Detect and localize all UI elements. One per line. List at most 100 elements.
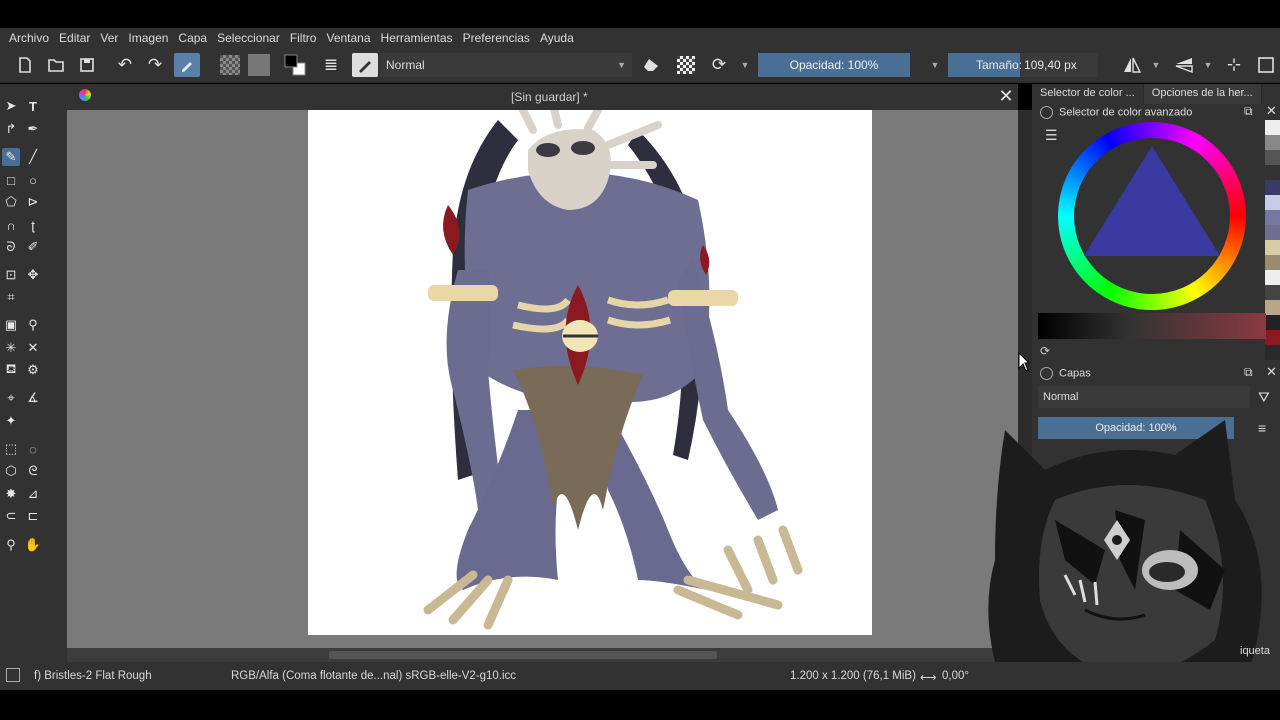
brush-preset-icon[interactable] (352, 53, 378, 77)
alpha-lock-icon[interactable] (674, 53, 698, 77)
transform-tool-icon[interactable]: ⊡ (2, 266, 20, 284)
scrollbar-thumb[interactable] (329, 651, 717, 659)
close-icon[interactable]: ✕ (996, 86, 1016, 107)
colorize-mask-icon[interactable]: ✕ (24, 339, 42, 357)
calligraphy-icon[interactable]: ✒ (24, 120, 42, 138)
menu-herramientas[interactable]: Herramientas (376, 31, 458, 45)
swatch[interactable] (1265, 150, 1280, 165)
enclose-fill-icon[interactable]: ⚙ (24, 361, 42, 379)
eraser-icon[interactable] (640, 53, 662, 77)
chevron-down-icon[interactable]: ▼ (1150, 53, 1162, 77)
ellipse-select-icon[interactable]: ◌ (24, 440, 42, 458)
dynamic-brush-icon[interactable]: ᘐ (2, 238, 20, 256)
similar-select-icon[interactable]: ⊿ (24, 485, 42, 503)
freehand-brush-icon[interactable]: ✎ (2, 148, 20, 166)
open-folder-icon[interactable] (45, 53, 67, 77)
text-tool-icon[interactable]: T (24, 97, 42, 115)
menu-ventana[interactable]: Ventana (321, 31, 375, 45)
gradient-tool-icon[interactable]: ▣ (2, 316, 20, 334)
polygon-select-icon[interactable]: ⬡ (2, 462, 20, 480)
fill-bucket-icon[interactable]: ⛾ (2, 361, 20, 379)
menu-editar[interactable]: Editar (54, 31, 95, 45)
swatch[interactable] (1265, 180, 1280, 195)
color-settings-icon[interactable]: ☰ (1045, 127, 1058, 144)
swatch[interactable] (1265, 135, 1280, 150)
swatch[interactable] (1265, 330, 1280, 345)
assistant-tool-icon[interactable]: ⌖ (2, 389, 20, 407)
tab-color-selector[interactable]: Selector de color ... (1032, 84, 1144, 104)
line-tool-icon[interactable]: ╱ (24, 148, 42, 166)
multibrush-icon[interactable]: ✐ (24, 238, 42, 256)
undo-icon[interactable]: ↶ (114, 53, 136, 77)
canvas-only-icon[interactable] (1254, 53, 1278, 77)
color-history-bar[interactable] (1038, 313, 1266, 339)
move-tool-icon[interactable]: ✥ (24, 266, 42, 284)
refresh-icon[interactable]: ⟳ (1040, 344, 1050, 358)
close-icon[interactable]: ✕ (1266, 103, 1277, 119)
edit-shapes-icon[interactable]: ↱ (2, 120, 20, 138)
freehand-path-icon[interactable]: ʈ (24, 216, 42, 234)
swatch[interactable] (1265, 195, 1280, 210)
swatch[interactable] (1265, 300, 1280, 315)
polyline-tool-icon[interactable]: ⊳ (24, 193, 42, 211)
swatch[interactable] (1265, 255, 1280, 270)
float-panel-icon[interactable]: ⧉ (1244, 365, 1253, 380)
swatch[interactable] (1265, 270, 1280, 285)
smart-patch-icon[interactable]: ✳ (2, 339, 20, 357)
blend-mode-select[interactable]: Normal ▼ (380, 53, 632, 77)
measure-tool-icon[interactable]: ∡ (24, 389, 42, 407)
swatch[interactable] (1265, 165, 1280, 180)
gradient-swatch-icon[interactable] (247, 53, 271, 77)
color-picker-icon[interactable]: ⚲ (24, 316, 42, 334)
tab-tool-options[interactable]: Opciones de la her... (1143, 84, 1262, 104)
canvas-paper[interactable] (308, 101, 872, 635)
pan-tool-icon[interactable]: ✋ (24, 536, 42, 554)
mirror-horizontal-icon[interactable] (1120, 53, 1144, 77)
wrap-around-icon[interactable]: ⊹ (1222, 53, 1246, 77)
menu-archivo[interactable]: Archivo (4, 31, 54, 45)
freehand-select-icon[interactable]: ᘓ (24, 462, 42, 480)
menu-seleccionar[interactable]: Seleccionar (212, 31, 285, 45)
menu-capa[interactable]: Capa (173, 31, 212, 45)
opacity-slider[interactable]: Opacidad: 100% (758, 53, 910, 77)
rectangle-select-icon[interactable]: ⬚ (2, 440, 20, 458)
save-icon[interactable] (76, 53, 98, 77)
menu-filtro[interactable]: Filtro (285, 31, 322, 45)
close-icon[interactable]: ✕ (1266, 364, 1277, 380)
chevron-down-icon[interactable]: ▼ (928, 53, 942, 77)
swatch[interactable] (1265, 345, 1280, 360)
size-slider[interactable]: Tamaño: 109,40 px (948, 53, 1098, 77)
polygon-tool-icon[interactable]: ⬠ (2, 193, 20, 211)
selection-mode-icon[interactable] (6, 668, 20, 682)
layer-blend-mode-select[interactable]: Normal (1038, 386, 1250, 408)
menu-preferencias[interactable]: Preferencias (458, 31, 535, 45)
rectangle-tool-icon[interactable]: □ (2, 171, 20, 189)
new-document-icon[interactable] (14, 53, 36, 77)
panel-lock-icon[interactable] (1040, 367, 1053, 380)
swatch[interactable] (1265, 225, 1280, 240)
magnetic-select-icon[interactable]: ⊏ (24, 507, 42, 525)
menu-ver[interactable]: Ver (95, 31, 123, 45)
reload-preset-icon[interactable]: ⟳ (708, 53, 730, 77)
saturation-value-triangle[interactable] (1084, 146, 1220, 256)
filter-icon[interactable]: ⛛ (1258, 389, 1270, 406)
swatch[interactable] (1265, 240, 1280, 255)
swatch[interactable] (1265, 315, 1280, 330)
foreground-background-color-icon[interactable] (282, 53, 310, 77)
bezier-select-icon[interactable]: ⊂ (2, 507, 20, 525)
menu-ayuda[interactable]: Ayuda (535, 31, 579, 45)
chevron-down-icon[interactable]: ▼ (738, 53, 752, 77)
float-panel-icon[interactable]: ⧉ (1244, 104, 1253, 119)
swatch[interactable] (1265, 285, 1280, 300)
bezier-tool-icon[interactable]: ∩ (2, 216, 20, 234)
select-shapes-icon[interactable]: ➤ (2, 97, 20, 115)
horizontal-scrollbar[interactable] (67, 648, 1018, 662)
chevron-down-icon[interactable]: ▼ (1202, 53, 1214, 77)
swatch[interactable] (1265, 120, 1280, 135)
contiguous-select-icon[interactable]: ✸ (2, 485, 20, 503)
menu-imagen[interactable]: Imagen (123, 31, 173, 45)
brush-editor-icon[interactable] (174, 53, 200, 77)
redo-icon[interactable]: ↷ (144, 53, 166, 77)
ellipse-tool-icon[interactable]: ○ (24, 171, 42, 189)
panel-lock-icon[interactable] (1040, 106, 1053, 119)
